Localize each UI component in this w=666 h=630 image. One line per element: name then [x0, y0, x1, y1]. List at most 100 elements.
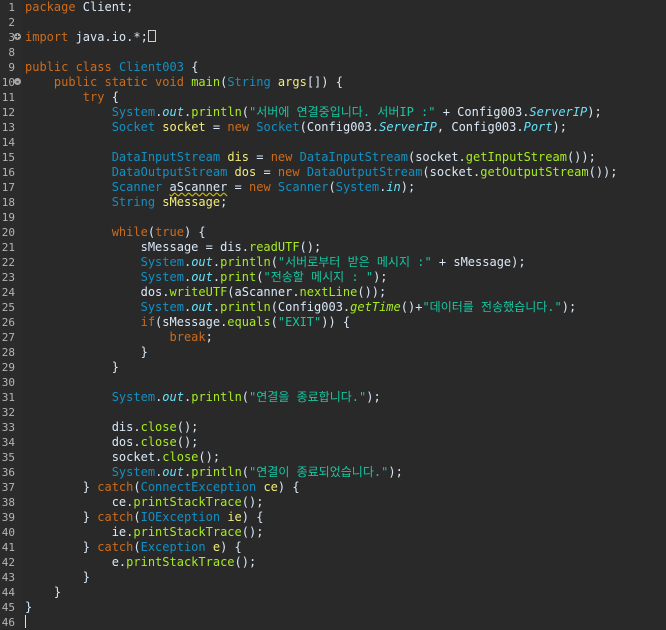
code-text[interactable]: package Client; [25, 0, 133, 15]
code-line[interactable]: 36 System.out.println("연결이 종료되었습니다."); [0, 465, 666, 480]
code-line[interactable]: 18 String sMessage; [0, 195, 666, 210]
code-text[interactable]: System.out.println("연결이 종료되었습니다."); [25, 465, 403, 480]
code-token: import [25, 30, 69, 44]
code-token: ); [366, 390, 381, 404]
code-text[interactable]: System.out.println("연결을 종료합니다."); [25, 390, 381, 405]
code-line[interactable]: 27 break; [0, 330, 666, 345]
code-line[interactable]: 42 e.printStackTrace(); [0, 555, 666, 570]
code-line[interactable]: 24 dos.writeUTF(aScanner.nextLine()); [0, 285, 666, 300]
code-token: ( [147, 225, 156, 239]
code-line[interactable]: 44 } [0, 585, 666, 600]
code-text[interactable]: } [25, 345, 148, 360]
code-line[interactable]: 39 } catch(IOException ie) { [0, 510, 666, 525]
code-line[interactable]: 41 } catch(Exception e) { [0, 540, 666, 555]
code-line[interactable]: 20 while(true) { [0, 225, 666, 240]
code-text[interactable]: System.out.println(Config003.getTime()+"… [25, 300, 577, 315]
code-line[interactable]: 26 if(sMessage.equals("EXIT")) { [0, 315, 666, 330]
code-line[interactable]: 17 Scanner aScanner = new Scanner(System… [0, 180, 666, 195]
line-number: 31 [1, 391, 15, 404]
code-text[interactable]: public class Client003 { [25, 60, 198, 75]
code-line[interactable]: 11 try { [0, 90, 666, 105]
code-text[interactable]: DataInputStream dis = new DataInputStrea… [25, 150, 596, 165]
code-line[interactable]: 32 [0, 405, 666, 420]
code-line[interactable]: 25 System.out.println(Config003.getTime(… [0, 300, 666, 315]
code-line[interactable]: 28 } [0, 345, 666, 360]
line-number: 27 [1, 331, 15, 344]
code-token: = [256, 165, 278, 179]
code-line[interactable]: 35 socket.close(); [0, 450, 666, 465]
collapsed-imports-icon[interactable] [147, 30, 156, 42]
code-text[interactable]: } [25, 600, 32, 615]
code-token: close [162, 450, 199, 464]
code-line[interactable]: 23 System.out.print("전송할 메시지 : "); [0, 270, 666, 285]
code-text[interactable]: dos.close(); [25, 435, 199, 450]
code-text[interactable]: } [25, 585, 61, 600]
code-line[interactable]: 29 } [0, 360, 666, 375]
code-text[interactable]: Socket socket = new Socket(Config003.Ser… [25, 120, 567, 135]
code-line[interactable]: 22 System.out.println("서버로부터 받은 메시지 :" +… [0, 255, 666, 270]
code-line[interactable]: 12 System.out.println("서버에 연결중입니다. 서버IP … [0, 105, 666, 120]
code-line[interactable]: 33 dis.close(); [0, 420, 666, 435]
code-token: println [191, 390, 242, 404]
code-line[interactable]: 8 [0, 45, 666, 60]
code-line[interactable]: 1 package Client; [0, 0, 666, 15]
code-line[interactable]: 30 [0, 375, 666, 390]
code-line[interactable]: 37 } catch(ConnectException ce) { [0, 480, 666, 495]
code-text[interactable]: dos.writeUTF(aScanner.nextLine()); [25, 285, 387, 300]
code-text[interactable]: dis.close(); [25, 420, 199, 435]
code-text[interactable]: System.out.println("서버로부터 받은 메시지 :" + sM… [25, 255, 526, 270]
fold-collapse-icon[interactable]: - [14, 78, 21, 86]
code-text[interactable]: ce.printStackTrace(); [25, 495, 264, 510]
code-line[interactable]: 15 DataInputStream dis = new DataInputSt… [0, 150, 666, 165]
code-text[interactable]: } catch(Exception e) { [25, 540, 242, 555]
code-text[interactable]: while(true) { [25, 225, 206, 240]
code-text[interactable]: if(sMessage.equals("EXIT")) { [25, 315, 351, 330]
code-text[interactable]: e.printStackTrace(); [25, 555, 257, 570]
code-line[interactable]: 34 dos.close(); [0, 435, 666, 450]
code-text[interactable]: Scanner aScanner = new Scanner(System.in… [25, 180, 416, 195]
code-line[interactable]: 40 ie.printStackTrace(); [0, 525, 666, 540]
code-line[interactable]: 46 [0, 615, 666, 630]
code-text[interactable]: public static void main(String args[]) { [25, 75, 343, 90]
code-text[interactable]: } [25, 570, 90, 585]
code-token: catch [97, 510, 134, 524]
code-line[interactable]: 16 DataOutputStream dos = new DataOutput… [0, 165, 666, 180]
code-line[interactable]: 13 Socket socket = new Socket(Config003.… [0, 120, 666, 135]
code-line[interactable]: 14 [0, 135, 666, 150]
fold-expand-icon[interactable]: + [14, 33, 21, 41]
code-line[interactable]: 19 [0, 210, 666, 225]
code-line[interactable]: 45} [0, 600, 666, 615]
code-token: new [249, 180, 271, 194]
code-lines[interactable]: 1 package Client; 2 3 + import java.io.*; 8 9 pu… [0, 0, 666, 630]
code-line[interactable]: 38 ce.printStackTrace(); [0, 495, 666, 510]
code-text[interactable]: String sMessage; [25, 195, 228, 210]
code-text[interactable]: System.out.println("서버에 연결중입니다. 서버IP :" … [25, 105, 602, 120]
code-text[interactable]: socket.close(); [25, 450, 220, 465]
code-text[interactable]: DataOutputStream dos = new DataOutputStr… [25, 165, 618, 180]
code-token: out [191, 255, 213, 269]
code-token: ( [270, 315, 278, 329]
code-line[interactable]: 3 + import java.io.*; [0, 30, 666, 45]
code-text[interactable]: break; [25, 330, 213, 345]
code-line[interactable]: 9 public class Client003 { [0, 60, 666, 75]
code-text[interactable]: } catch(IOException ie) { [25, 510, 264, 525]
code-text[interactable] [25, 615, 26, 630]
code-text[interactable]: } [25, 360, 119, 375]
code-text[interactable]: System.out.print("전송할 메시지 : "); [25, 270, 388, 285]
code-token: ); [400, 180, 416, 194]
code-text[interactable]: sMessage = dis.readUTF(); [25, 240, 322, 255]
code-token: "EXIT" [277, 315, 322, 329]
code-text[interactable]: } catch(ConnectException ce) { [25, 480, 300, 495]
code-line[interactable]: 2 [0, 15, 666, 30]
code-line[interactable]: 10- public static void main(String args[… [0, 75, 666, 90]
code-editor[interactable]: 1 package Client; 2 3 + import java.io.*; 8 9 pu… [0, 0, 666, 629]
code-line[interactable]: 21 sMessage = dis.readUTF(); [0, 240, 666, 255]
code-text[interactable]: try { [25, 90, 119, 105]
code-line[interactable]: 31 System.out.println("연결을 종료합니다."); [0, 390, 666, 405]
code-text[interactable]: ie.printStackTrace(); [25, 525, 264, 540]
code-text[interactable]: import java.io.*; [25, 30, 156, 45]
code-line[interactable]: 43 } [0, 570, 666, 585]
